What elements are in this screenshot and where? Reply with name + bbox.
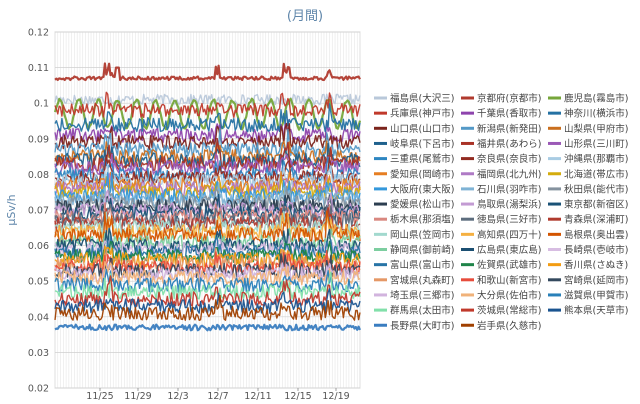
legend-label: 徳島県(三好市) [477, 214, 541, 226]
legend-label: 滋賀県(甲賀市) [564, 289, 628, 301]
legend-label: 鹿児島(霧島市) [564, 93, 628, 105]
legend-label: 福井県(あわら) [477, 138, 541, 150]
legend-label: 三重県(尾鷲市) [390, 153, 454, 165]
y-tick-label: 0.11 [28, 63, 49, 74]
x-tick-label: 12/11 [244, 391, 271, 400]
legend-label: 大阪府(東大阪) [390, 183, 454, 195]
legend-label: 茨城県(常総市) [477, 305, 541, 317]
legend-label: 北海道(帯広市) [564, 168, 628, 180]
legend-label: 兵庫県(神戸市) [390, 108, 454, 120]
legend-label: 福島県(大沢三) [390, 93, 454, 105]
legend-label: 神奈川(横浜市) [564, 108, 628, 120]
legend-label: 秋田県(能代市) [564, 183, 628, 195]
legend-label: 広島県(東広島) [477, 244, 541, 256]
legend-label: 京都府(京都市) [477, 93, 541, 105]
legend-label: 愛媛県(松山市) [390, 199, 454, 211]
legend-label: 東京都(新宿区) [564, 199, 628, 211]
legend-label: 埼玉県(三郷市) [390, 289, 454, 301]
legend-label: 鳥取県(湯梨浜) [477, 199, 541, 211]
y-tick-label: 0.03 [28, 348, 49, 359]
chart-title: (月間) [287, 9, 323, 24]
legend-label: 佐賀県(武雄市) [477, 259, 541, 271]
y-tick-label: 0.07 [28, 206, 49, 217]
y-tick-label: 0.09 [28, 134, 49, 145]
legend-label: 宮崎県(延岡市) [564, 274, 628, 286]
legend-label: 山形県(三川町) [564, 138, 628, 150]
legend-label: 山口県(山口市) [390, 123, 454, 135]
y-tick-label: 0.02 [28, 384, 49, 395]
y-tick-label: 0.12 [28, 28, 49, 39]
x-tick-label: 11/25 [86, 391, 113, 400]
x-tick-label: 12/7 [207, 391, 228, 400]
legend-label: 宮城県(丸森町) [390, 274, 454, 286]
legend-label: 岩手県(久慈市) [477, 320, 541, 332]
x-tick-label: 12/3 [167, 391, 188, 400]
legend-label: 大分県(佐伯市) [477, 289, 541, 301]
legend-label: 群馬県(太田市) [390, 305, 454, 317]
legend-label: 新潟県(新発田) [477, 123, 541, 135]
y-axis-label: μSv/h [5, 194, 18, 225]
legend-label: 和歌山(新宮市) [477, 274, 541, 286]
legend-label: 岐阜県(下呂市) [390, 138, 454, 150]
legend-label: 静岡県(御前崎) [390, 244, 454, 256]
y-tick-label: 0.08 [28, 170, 49, 181]
legend-label: 千葉県(香取市) [477, 108, 541, 120]
legend-label: 香川県(さぬき) [564, 260, 628, 271]
legend-label: 熊本県(天草市) [564, 305, 628, 317]
legend-label: 富山県(富山市) [390, 259, 454, 271]
legend-label: 沖縄県(那覇市) [564, 153, 628, 165]
legend-label: 島根県(奥出雲) [564, 229, 628, 241]
y-tick-label: 0.06 [28, 241, 49, 252]
legend-label: 岡山県(笠岡市) [390, 229, 454, 241]
y-tick-label: 0.04 [28, 312, 49, 323]
legend-label: 長野県(大町市) [390, 320, 454, 332]
legend-label: 青森県(深浦町) [564, 214, 628, 226]
legend-layer: 福島県(大沢三) 京都府(京都市) 鹿児島(霧島市) 兵庫県(神戸市) 千葉県(香取市)… [374, 93, 628, 332]
x-tick-label: 12/19 [322, 391, 349, 400]
legend-label: 福岡県(北九州) [477, 168, 541, 180]
y-tick-label: 0.1 [34, 99, 49, 110]
legend-label: 石川県(羽咋市) [477, 183, 541, 195]
legend-label: 高知県(四万十) [477, 229, 541, 241]
y-tick-label: 0.05 [28, 277, 49, 288]
legend-label: 栃木県(那須塩) [390, 214, 454, 226]
chart-svg: 0.02 0.03 0.04 0.05 0.06 0.07 0.08 0.09 0.1 0.11 0… [5, 9, 628, 402]
radiation-chart: 0.02 0.03 0.04 0.05 0.06 0.07 0.08 0.09 0.1 0.11 0… [0, 0, 640, 402]
legend-label: 奈良県(奈良市) [477, 153, 541, 165]
legend-label: 山梨県(甲府市) [564, 123, 628, 135]
x-tick-label: 12/15 [284, 391, 311, 400]
legend-label: 愛知県(岡崎市) [390, 168, 454, 180]
legend-label: 長崎県(壱岐市) [564, 244, 628, 256]
x-tick-label: 11/29 [124, 391, 151, 400]
